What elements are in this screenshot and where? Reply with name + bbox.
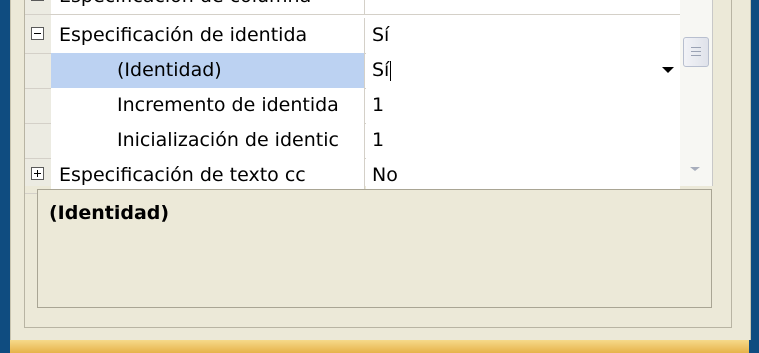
property-description-panel: (Identidad) — [37, 189, 712, 308]
text-caret — [390, 60, 392, 81]
grip-line — [691, 51, 701, 52]
property-name: Especificación de identida — [51, 18, 365, 53]
property-value[interactable] — [366, 0, 680, 14]
property-name: Incremento de identida — [51, 88, 365, 123]
property-value-editor[interactable]: Sí — [366, 53, 680, 88]
dropdown-arrow-icon[interactable] — [662, 67, 674, 73]
collapse-icon[interactable] — [31, 0, 44, 1]
property-row-identity[interactable]: (Identidad) Sí — [25, 53, 680, 89]
expand-icon[interactable] — [31, 167, 44, 180]
scroll-down-arrow-icon[interactable] — [690, 167, 700, 171]
dialog-bottom-border — [10, 340, 749, 353]
grip-line — [691, 55, 701, 56]
property-name: (Identidad) — [51, 53, 365, 88]
property-row-identity-increment[interactable]: Incremento de identida 1 — [25, 88, 680, 124]
property-name: Inicialización de identic — [51, 123, 365, 158]
vertical-scrollbar[interactable] — [680, 0, 712, 186]
scrollbar-thumb[interactable] — [683, 37, 709, 67]
property-value[interactable]: 1 — [366, 88, 680, 123]
property-row-identity-spec[interactable]: Especificación de identida Sí — [25, 18, 680, 54]
collapse-icon[interactable] — [31, 27, 44, 40]
property-value[interactable]: 1 — [366, 123, 680, 158]
property-value[interactable]: No — [366, 158, 680, 193]
property-value[interactable]: Sí — [366, 18, 680, 53]
property-name: Especificación de texto cc — [51, 158, 365, 193]
property-row-column-spec[interactable]: Especificación de columna — [25, 0, 680, 15]
grip-line — [691, 47, 701, 48]
property-name: Especificación de columna — [51, 0, 365, 14]
description-title: (Identidad) — [49, 202, 170, 224]
property-row-identity-seed[interactable]: Inicialización de identic 1 — [25, 123, 680, 159]
property-value-text[interactable]: Sí — [372, 59, 389, 81]
